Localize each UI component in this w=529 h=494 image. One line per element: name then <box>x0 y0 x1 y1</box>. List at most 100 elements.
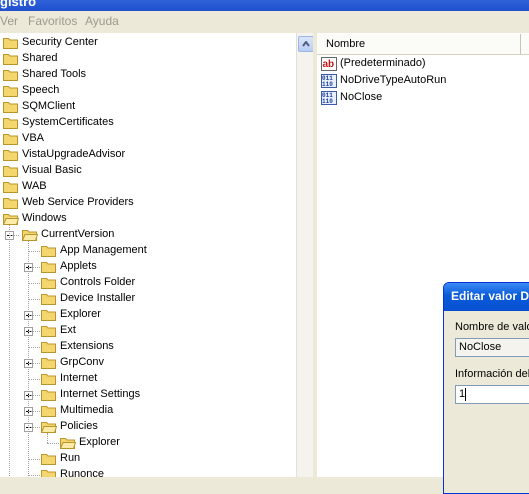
folder-icon <box>41 342 56 353</box>
value-data-input[interactable]: 1 <box>455 385 529 404</box>
tree-connector-line <box>9 225 10 477</box>
tree-item-label: App Management <box>60 244 147 256</box>
binary-value-icon: 011110 <box>321 91 337 105</box>
value-row[interactable]: 011 110 NoDriveTypeAutoRun <box>321 73 526 90</box>
folder-icon <box>3 70 18 81</box>
tree-item[interactable]: App Management <box>0 243 296 259</box>
tree-item-label: Web Service Providers <box>22 196 134 208</box>
folder-open-icon <box>60 438 76 449</box>
tree-item[interactable]: Visual Basic <box>0 163 296 179</box>
tree-item-label: VBA <box>22 132 45 144</box>
menu-ver[interactable]: Ver <box>0 14 18 28</box>
binary-value-icon: 011110 <box>321 74 337 88</box>
folder-icon <box>3 102 18 113</box>
folder-icon <box>41 390 56 401</box>
string-value-icon: ab <box>321 57 337 71</box>
tree-item[interactable]: Explorer <box>0 307 296 323</box>
window-title: gistro <box>0 0 37 9</box>
tree-item[interactable]: Windows <box>0 211 296 227</box>
tree-item-label: GrpConv <box>60 356 105 368</box>
tree-vertical-scrollbar[interactable] <box>296 33 314 477</box>
tree-item-label: Applets <box>60 260 97 272</box>
tree-connector-line <box>28 315 40 316</box>
tree-item-label: Visual Basic <box>22 164 82 176</box>
tree-item[interactable]: Web Service Providers <box>0 195 296 211</box>
tree-item[interactable]: VistaUpgradeAdvisor <box>0 147 296 163</box>
tree-connector-line <box>28 427 40 428</box>
dialog-titlebar[interactable]: Editar valor D <box>444 283 529 311</box>
tree-item-label: Device Installer <box>60 292 136 304</box>
tree-item-label: Policies <box>60 420 98 432</box>
scroll-up-button[interactable] <box>298 36 314 52</box>
value-name: NoDriveTypeAutoRun <box>340 74 447 86</box>
tree-item[interactable]: Internet Settings <box>0 387 296 403</box>
tree-item[interactable]: CurrentVersion <box>0 227 296 243</box>
tree-item-label: SystemCertificates <box>22 116 114 128</box>
tree-item[interactable]: Policies <box>0 419 296 435</box>
folder-icon <box>41 262 56 273</box>
value-row[interactable]: 011 110 NoClose <box>321 90 526 107</box>
folder-icon <box>3 150 18 161</box>
tree-item[interactable]: Multimedia <box>0 403 296 419</box>
tree-connector-line <box>28 363 40 364</box>
tree-item-label: Security Center <box>22 36 98 48</box>
column-header-label: Nombre <box>326 38 366 50</box>
tree-item[interactable]: Applets <box>0 259 296 275</box>
tree-connector-line <box>28 379 40 380</box>
tree-connector-line <box>28 395 40 396</box>
tree-item[interactable]: Device Installer <box>0 291 296 307</box>
dialog-title: Editar valor D <box>451 289 529 303</box>
tree-connector-line <box>28 347 40 348</box>
tree-connector-line <box>28 411 40 412</box>
folder-icon <box>3 166 18 177</box>
tree-item[interactable]: Security Center <box>0 35 296 51</box>
value-row[interactable]: ab (Predeterminado) <box>321 56 526 73</box>
tree-item-label: Ext <box>60 324 76 336</box>
folder-icon <box>41 278 56 289</box>
folder-icon <box>3 118 18 129</box>
folder-icon <box>3 134 18 145</box>
folder-icon <box>41 406 56 417</box>
tree-connector-line <box>28 299 40 300</box>
tree-connector-line <box>28 475 40 476</box>
tree-item[interactable]: Run <box>0 451 296 467</box>
tree-connector-line <box>28 331 40 332</box>
tree-item[interactable]: VBA <box>0 131 296 147</box>
value-name-label: Nombre de valo <box>455 321 529 333</box>
tree-item[interactable]: Extensions <box>0 339 296 355</box>
tree-item[interactable]: Explorer <box>0 435 296 451</box>
registry-key-tree[interactable]: Security Center Shared Shared Tools Speech S… <box>0 33 296 477</box>
tree-item-label: Speech <box>22 84 60 96</box>
tree-item[interactable]: Shared <box>0 51 296 67</box>
edit-value-dialog: Editar valor D Nombre de valo NoClose In… <box>443 282 529 494</box>
value-name: (Predeterminado) <box>340 57 426 69</box>
folder-icon <box>41 326 56 337</box>
tree-item[interactable]: Speech <box>0 83 296 99</box>
menu-favoritos[interactable]: Favoritos <box>28 14 77 28</box>
folder-icon <box>41 294 56 305</box>
tree-item[interactable]: GrpConv <box>0 355 296 371</box>
tree-item[interactable]: Shared Tools <box>0 67 296 83</box>
tree-connector-line <box>28 241 29 477</box>
folder-icon <box>41 310 56 321</box>
tree-item-label: Multimedia <box>60 404 114 416</box>
tree-item[interactable]: Internet <box>0 371 296 387</box>
folder-icon <box>41 374 56 385</box>
tree-item[interactable]: SQMClient <box>0 99 296 115</box>
folder-icon <box>3 38 18 49</box>
folder-icon <box>41 470 56 477</box>
tree-item[interactable]: SystemCertificates <box>0 115 296 131</box>
folder-icon <box>3 198 18 209</box>
menu-ayuda[interactable]: Ayuda <box>85 14 119 28</box>
tree-item-label: VistaUpgradeAdvisor <box>22 148 126 160</box>
tree-item[interactable]: Runonce <box>0 467 296 477</box>
svg-text:ab: ab <box>323 59 335 70</box>
tree-item-label: SQMClient <box>22 100 76 112</box>
tree-item-label: Run <box>60 452 81 464</box>
value-name: NoClose <box>340 91 383 103</box>
tree-item[interactable]: Controls Folder <box>0 275 296 291</box>
column-header-name[interactable]: Nombre <box>317 34 521 54</box>
tree-item[interactable]: WAB <box>0 179 296 195</box>
tree-item[interactable]: Ext <box>0 323 296 339</box>
tree-item-label: Explorer <box>60 308 101 320</box>
